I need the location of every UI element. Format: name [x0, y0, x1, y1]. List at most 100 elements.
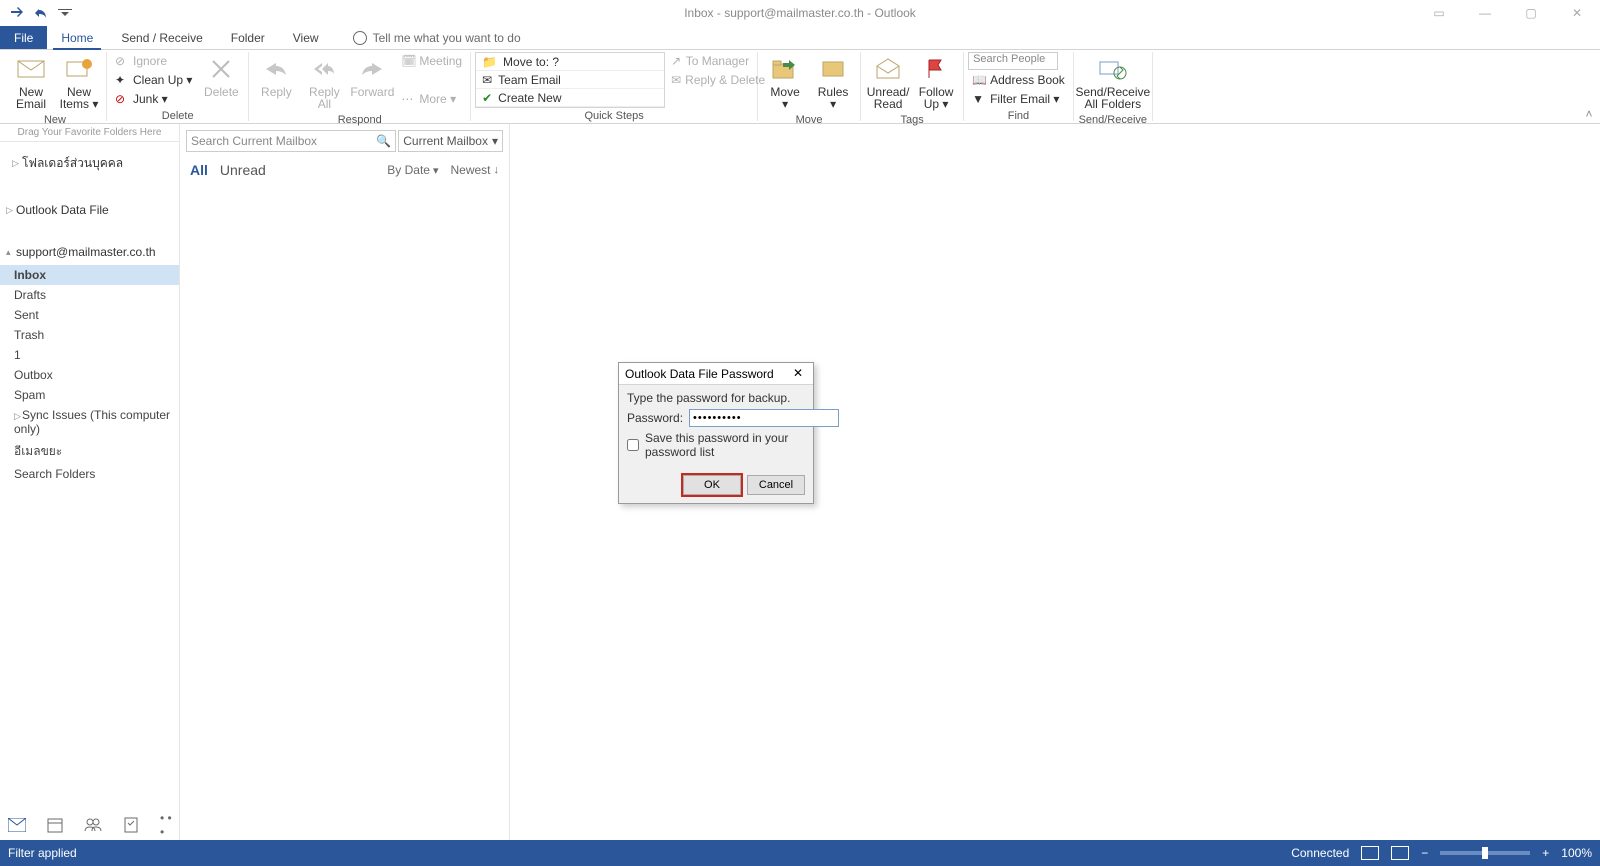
folder-move-icon: 📁: [482, 55, 497, 69]
tab-home[interactable]: Home: [47, 26, 107, 49]
qat-send-receive-icon[interactable]: [8, 4, 26, 22]
reply-all-icon: [309, 54, 339, 84]
folder-sent[interactable]: Sent: [0, 305, 179, 325]
zoom-slider[interactable]: [1440, 851, 1530, 855]
move-folder-icon: [770, 54, 800, 84]
folder-spam[interactable]: Spam: [0, 385, 179, 405]
folder-drafts[interactable]: Drafts: [0, 285, 179, 305]
new-email-button[interactable]: New Email: [8, 52, 54, 112]
folder-search-folders[interactable]: Search Folders: [0, 464, 179, 484]
search-mailbox-input[interactable]: Search Current Mailbox🔍: [186, 130, 396, 152]
quickstep-create-new[interactable]: ✔Create New: [476, 89, 664, 107]
group-new-label: New: [8, 112, 102, 128]
new-items-button[interactable]: New Items ▾: [56, 52, 102, 112]
envelope-open-icon: [873, 54, 903, 84]
view-reading-icon[interactable]: [1391, 846, 1409, 860]
tab-folder[interactable]: Folder: [217, 26, 279, 49]
view-normal-icon[interactable]: [1361, 846, 1379, 860]
filter-email-button[interactable]: ▼Filter Email ▾: [968, 90, 1069, 108]
folder-sync-issues[interactable]: ▷Sync Issues (This computer only): [0, 405, 179, 439]
dialog-close-button[interactable]: ✕: [789, 365, 807, 383]
save-password-label: Save this password in your password list: [645, 431, 805, 459]
ignore-button: ⊘Ignore: [111, 52, 196, 70]
quickstep-moveto[interactable]: 📁Move to: ?: [476, 53, 664, 71]
junk-button[interactable]: ⊘Junk ▾: [111, 90, 196, 108]
ribbon-tabs: File Home Send / Receive Folder View Tel…: [0, 26, 1600, 50]
maximize-button[interactable]: ▢: [1508, 0, 1554, 26]
message-filter-row: All Unread By Date ▾ Newest ↓: [180, 154, 509, 182]
dialog-title-text: Outlook Data File Password: [625, 367, 774, 381]
tree-header-account[interactable]: ▴support@mailmaster.co.th: [0, 239, 179, 265]
sort-by-date[interactable]: By Date ▾: [387, 163, 438, 177]
forward-icon: [357, 54, 387, 84]
follow-up-button[interactable]: Follow Up ▾: [913, 52, 959, 112]
group-tags-label: Tags: [865, 112, 959, 128]
title-bar: Inbox - support@mailmaster.co.th - Outlo…: [0, 0, 1600, 26]
bulb-icon: [353, 31, 367, 45]
dialog-titlebar[interactable]: Outlook Data File Password ✕: [619, 363, 813, 385]
nav-people-icon[interactable]: [84, 816, 102, 834]
clean-up-button[interactable]: ✦Clean Up ▾: [111, 71, 196, 89]
rules-button[interactable]: Rules ▾: [810, 52, 856, 112]
password-input[interactable]: [689, 409, 839, 427]
tab-file[interactable]: File: [0, 26, 47, 49]
address-book-button[interactable]: 📖Address Book: [968, 71, 1069, 89]
dialog-ok-button[interactable]: OK: [683, 475, 741, 495]
quick-access-toolbar: [0, 4, 74, 22]
quickstep-team-email[interactable]: ✉Team Email: [476, 71, 664, 89]
more-icon: ⋯: [401, 92, 415, 106]
minimize-button[interactable]: —: [1462, 0, 1508, 26]
caret-right-icon: ▷: [12, 158, 20, 169]
nav-tasks-icon[interactable]: [122, 816, 140, 834]
send-receive-icon: [1098, 54, 1128, 84]
message-list-pane: Search Current Mailbox🔍 Current Mailbox▾…: [180, 124, 510, 840]
nav-calendar-icon[interactable]: [46, 816, 64, 834]
search-people-input[interactable]: Search People: [968, 52, 1058, 70]
forward-button: Forward: [349, 52, 395, 100]
group-new: New Email New Items ▾ New: [4, 52, 107, 121]
ribbon-display-icon[interactable]: ▭: [1416, 0, 1462, 26]
zoom-in-button[interactable]: +: [1542, 846, 1549, 860]
group-send-receive: Send/Receive All Folders Send/Receive: [1074, 52, 1153, 121]
dialog-prompt: Type the password for backup.: [627, 391, 805, 405]
unread-read-button[interactable]: Unread/ Read: [865, 52, 911, 112]
rules-icon: [818, 54, 848, 84]
filter-unread[interactable]: Unread: [220, 162, 266, 178]
tab-send-receive[interactable]: Send / Receive: [107, 26, 216, 49]
quick-steps-gallery[interactable]: 📁Move to: ? ✉Team Email ✔Create New: [475, 52, 665, 108]
tab-view[interactable]: View: [279, 26, 333, 49]
search-scope-dropdown[interactable]: Current Mailbox▾: [398, 130, 503, 152]
send-receive-all-button[interactable]: Send/Receive All Folders: [1078, 52, 1148, 112]
nav-mail-icon[interactable]: [8, 816, 26, 834]
search-icon: 🔍: [376, 134, 391, 148]
save-password-checkbox[interactable]: [627, 439, 639, 451]
delete-button: Delete: [198, 52, 244, 100]
qat-undo-icon[interactable]: [32, 4, 50, 22]
tell-me-search[interactable]: Tell me what you want to do: [353, 26, 521, 49]
move-button[interactable]: Move ▾: [762, 52, 808, 112]
zoom-thumb[interactable]: [1482, 847, 1488, 859]
folder-junk-th[interactable]: อีเมลขยะ: [0, 439, 179, 464]
tree-header-personal[interactable]: ▷โฟลเดอร์ส่วนบุคคล: [0, 146, 179, 181]
flag-icon: [921, 54, 951, 84]
close-button[interactable]: ✕: [1554, 0, 1600, 26]
folder-pane: Drag Your Favorite Folders Here ▷โฟลเดอร…: [0, 124, 180, 840]
nav-more-icon[interactable]: • • •: [160, 816, 178, 834]
reply-all-button: Reply All: [301, 52, 347, 112]
group-find: Search People 📖Address Book ▼Filter Emai…: [964, 52, 1074, 121]
folder-outbox[interactable]: Outbox: [0, 365, 179, 385]
qat-customize-icon[interactable]: [56, 4, 74, 22]
delete-icon: [206, 54, 236, 84]
filter-all[interactable]: All: [190, 162, 208, 178]
sort-newest[interactable]: Newest ↓: [450, 163, 499, 177]
dialog-cancel-button[interactable]: Cancel: [747, 475, 805, 495]
folder-1[interactable]: 1: [0, 345, 179, 365]
folder-trash[interactable]: Trash: [0, 325, 179, 345]
zoom-out-button[interactable]: −: [1421, 846, 1428, 860]
status-filter-applied: Filter applied: [8, 846, 77, 860]
tree-header-datafile[interactable]: ▷Outlook Data File: [0, 197, 179, 223]
collapse-ribbon-button[interactable]: ˄: [1582, 107, 1596, 121]
quickstep-reply-delete: ✉Reply & Delete: [667, 71, 753, 89]
folder-inbox[interactable]: Inbox: [0, 265, 179, 285]
window-controls: ▭ — ▢ ✕: [1416, 0, 1600, 26]
